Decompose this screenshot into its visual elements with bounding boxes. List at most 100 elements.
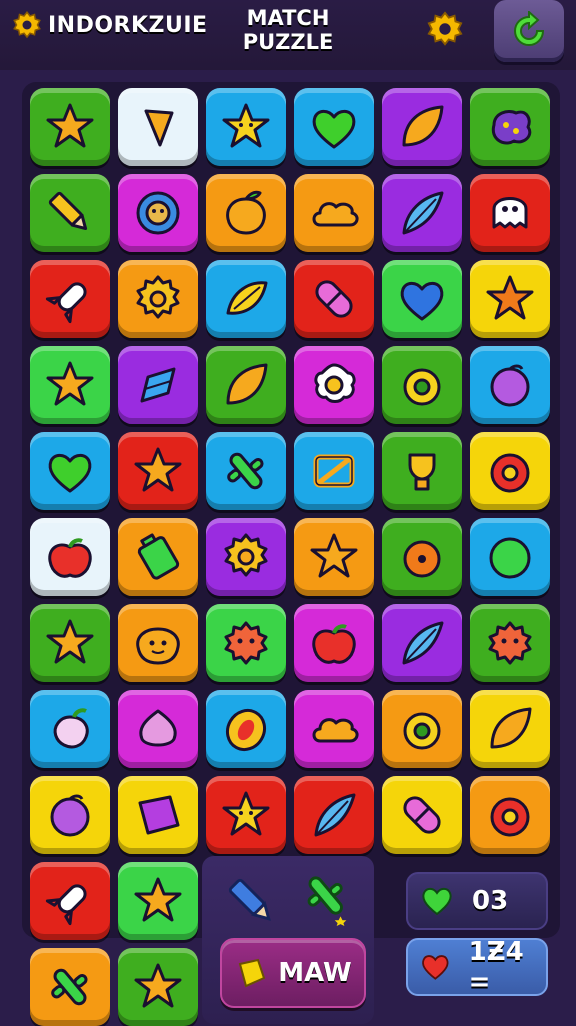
tile-r7-c3[interactable] xyxy=(206,604,286,682)
tile-r4-c3[interactable] xyxy=(206,346,286,424)
tile-r5-c3[interactable] xyxy=(206,432,286,510)
title-line-1: MATCH xyxy=(246,6,330,30)
tile-r1-c4[interactable] xyxy=(294,88,374,166)
maw-button-label: MAW xyxy=(278,958,352,988)
tile-r1-c6[interactable] xyxy=(470,88,550,166)
tile-r6-c1[interactable] xyxy=(30,518,110,596)
pencil-icon xyxy=(48,191,88,231)
tile-r3-c5[interactable] xyxy=(382,260,462,338)
tile-r1-c1[interactable] xyxy=(30,88,110,166)
tile-r9-c5[interactable] xyxy=(382,776,462,854)
tile-r3-c3[interactable] xyxy=(206,260,286,338)
tile-r5-c6[interactable] xyxy=(470,432,550,510)
flower-face-icon xyxy=(136,191,180,235)
tile-r5-c4[interactable] xyxy=(294,432,374,510)
wing-icon xyxy=(144,109,174,147)
cloud-icon xyxy=(312,718,359,743)
tile-r8-c4[interactable] xyxy=(294,690,374,768)
score-counter: 1Ƶ4 = xyxy=(406,937,548,997)
cactus-icon xyxy=(227,452,264,490)
tile-r1-c5[interactable] xyxy=(382,88,462,166)
tile-r1-c3[interactable] xyxy=(206,88,286,166)
rocket-icon xyxy=(45,282,87,324)
tile-r3-c1[interactable] xyxy=(30,260,110,338)
bow-icon xyxy=(313,454,355,488)
star-icon xyxy=(134,963,182,1008)
blob-icon xyxy=(491,110,532,145)
tile-r4-c5[interactable] xyxy=(382,346,462,424)
star-icon xyxy=(46,619,94,664)
tile-r4-c1[interactable] xyxy=(30,346,110,424)
tile-r2-c2[interactable] xyxy=(118,174,198,252)
tile-r2-c4[interactable] xyxy=(294,174,374,252)
tile-r8-c5[interactable] xyxy=(382,690,462,768)
battery-icon xyxy=(137,533,180,580)
tile-r2-c1[interactable] xyxy=(30,174,110,252)
tile-r2-c6[interactable] xyxy=(470,174,550,252)
monster-icon xyxy=(488,621,532,665)
tile-r4-c4[interactable] xyxy=(294,346,374,424)
tile-r5-c2[interactable] xyxy=(118,432,198,510)
tile-r4-c6[interactable] xyxy=(470,346,550,424)
tile-r6-c4[interactable] xyxy=(294,518,374,596)
tile-r3-c2[interactable] xyxy=(118,260,198,338)
tile-r1-c2[interactable] xyxy=(118,88,198,166)
crystal-icon xyxy=(140,367,176,403)
green-heart-icon xyxy=(422,887,452,916)
tile-r10-c2[interactable] xyxy=(118,862,198,940)
tile-r10-c1[interactable] xyxy=(30,862,110,940)
tile-r4-c2[interactable] xyxy=(118,346,198,424)
tile-r9-c2[interactable] xyxy=(118,776,198,854)
tile-r9-c1[interactable] xyxy=(30,776,110,854)
gear-icon xyxy=(224,533,268,577)
game-board xyxy=(22,82,560,1026)
menu-button[interactable] xyxy=(494,0,564,62)
tile-r9-c6[interactable] xyxy=(470,776,550,854)
tile-r6-c2[interactable] xyxy=(118,518,198,596)
pencil-icon[interactable] xyxy=(222,872,280,930)
maw-button[interactable]: MAW xyxy=(220,938,366,1008)
tile-r7-c1[interactable] xyxy=(30,604,110,682)
monster-icon xyxy=(224,621,268,665)
cloud-icon xyxy=(312,202,359,227)
game-title: MATCH PUZZLE xyxy=(0,6,576,54)
berry-icon xyxy=(490,364,530,407)
tile-r7-c5[interactable] xyxy=(382,604,462,682)
tile-r6-c5[interactable] xyxy=(382,518,462,596)
tile-r8-c6[interactable] xyxy=(470,690,550,768)
settings-gear-icon[interactable] xyxy=(426,10,464,48)
top-bar: INDORKZUIE MATCH PUZZLE xyxy=(0,0,576,70)
tile-r3-c4[interactable] xyxy=(294,260,374,338)
orange-fruit-icon xyxy=(403,540,441,578)
tile-r8-c3[interactable] xyxy=(206,690,286,768)
radish-icon xyxy=(53,708,89,749)
fruit-icon xyxy=(226,190,266,235)
moves-value: 03 xyxy=(472,886,509,916)
tile-r8-c1[interactable] xyxy=(30,690,110,768)
tile-r9-c4[interactable] xyxy=(294,776,374,854)
tile-r3-c6[interactable] xyxy=(470,260,550,338)
leaf-icon xyxy=(490,707,532,749)
cactus-icon[interactable] xyxy=(298,868,356,926)
cactus-icon xyxy=(51,968,88,1006)
starfish-icon xyxy=(486,275,534,320)
tile-r7-c4[interactable] xyxy=(294,604,374,682)
tile-r7-c6[interactable] xyxy=(470,604,550,682)
tile-r9-c3[interactable] xyxy=(206,776,286,854)
tile-r11-c1[interactable] xyxy=(30,948,110,1026)
tile-r2-c5[interactable] xyxy=(382,174,462,252)
ring-icon xyxy=(403,368,441,406)
tile-r5-c1[interactable] xyxy=(30,432,110,510)
star-icon xyxy=(134,877,182,922)
tile-r8-c2[interactable] xyxy=(118,690,198,768)
tile-r7-c2[interactable] xyxy=(118,604,198,682)
ghost-icon xyxy=(492,197,528,229)
tile-r6-c3[interactable] xyxy=(206,518,286,596)
tile-r5-c5[interactable] xyxy=(382,432,462,510)
title-line-2: PUZZLE xyxy=(242,30,334,54)
apple-icon xyxy=(312,624,356,664)
tile-r2-c3[interactable] xyxy=(206,174,286,252)
tile-r6-c6[interactable] xyxy=(470,518,550,596)
tile-r11-c2[interactable] xyxy=(118,948,198,1026)
star-icon xyxy=(310,533,358,578)
